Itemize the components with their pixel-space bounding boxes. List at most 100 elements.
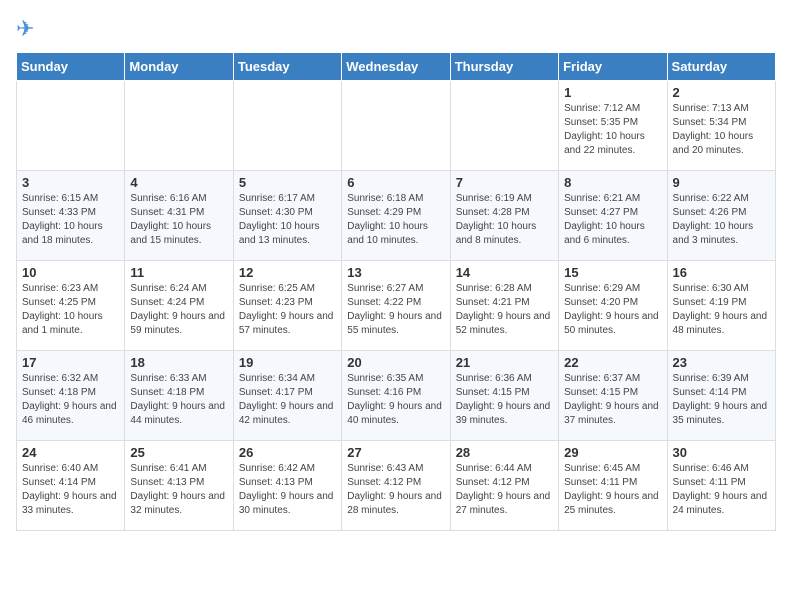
day-number: 10 [22, 265, 119, 280]
cell-info: Sunrise: 6:44 AM Sunset: 4:12 PM Dayligh… [456, 462, 553, 518]
calendar-cell: 15 Sunrise: 6:29 AM Sunset: 4:20 PM Dayli… [559, 261, 667, 351]
weekday-header-tuesday: Tuesday [233, 53, 341, 81]
cell-info: Sunrise: 6:33 AM Sunset: 4:18 PM Dayligh… [130, 372, 227, 428]
calendar-body: 1 Sunrise: 7:12 AM Sunset: 5:35 PM Daylig… [17, 81, 776, 531]
cell-info: Sunrise: 6:43 AM Sunset: 4:12 PM Dayligh… [347, 462, 444, 518]
day-number: 2 [673, 85, 770, 100]
cell-info: Sunrise: 6:37 AM Sunset: 4:15 PM Dayligh… [564, 372, 661, 428]
calendar-cell: 8Sunrise: 6:21 AM Sunset: 4:27 PM Daylig… [559, 171, 667, 261]
weekday-header-wednesday: Wednesday [342, 53, 450, 81]
day-number: 16 [673, 265, 770, 280]
day-number: 22 [564, 355, 661, 370]
calendar-cell: 10 Sunrise: 6:23 AM Sunset: 4:25 PM Dayli… [17, 261, 125, 351]
day-number: 17 [22, 355, 119, 370]
calendar-table: SundayMondayTuesdayWednesdayThursdayFrid… [16, 52, 776, 531]
cell-info: Sunrise: 6:35 AM Sunset: 4:16 PM Dayligh… [347, 372, 444, 428]
calendar-cell: 24 Sunrise: 6:40 AM Sunset: 4:14 PM Dayli… [17, 441, 125, 531]
svg-text:✈: ✈ [16, 16, 34, 41]
day-number: 14 [456, 265, 553, 280]
cell-info: Sunrise: 6:40 AM Sunset: 4:14 PM Dayligh… [22, 462, 119, 518]
calendar-week-3: 17Sunrise: 6:32 AM Sunset: 4:18 PM Dayli… [17, 351, 776, 441]
calendar-cell: 21 Sunrise: 6:36 AM Sunset: 4:15 PM Dayli… [450, 351, 558, 441]
day-number: 8 [564, 175, 661, 190]
cell-info: Sunrise: 6:24 AM Sunset: 4:24 PM Dayligh… [130, 282, 227, 338]
weekday-header-monday: Monday [125, 53, 233, 81]
calendar-cell: 4 Sunrise: 6:16 AM Sunset: 4:31 PM Daylig… [125, 171, 233, 261]
calendar-cell: 18 Sunrise: 6:33 AM Sunset: 4:18 PM Dayli… [125, 351, 233, 441]
calendar-cell: 25Sunrise: 6:41 AM Sunset: 4:13 PM Dayli… [125, 441, 233, 531]
calendar-cell: 22 Sunrise: 6:37 AM Sunset: 4:15 PM Dayli… [559, 351, 667, 441]
day-number: 28 [456, 445, 553, 460]
day-number: 25 [130, 445, 227, 460]
calendar-week-4: 24 Sunrise: 6:40 AM Sunset: 4:14 PM Dayli… [17, 441, 776, 531]
cell-info: Sunrise: 6:17 AM Sunset: 4:30 PM Dayligh… [239, 192, 336, 248]
cell-info: Sunrise: 6:28 AM Sunset: 4:21 PM Dayligh… [456, 282, 553, 338]
day-number: 23 [673, 355, 770, 370]
calendar-week-0: 1 Sunrise: 7:12 AM Sunset: 5:35 PM Daylig… [17, 81, 776, 171]
calendar-week-1: 3 Sunrise: 6:15 AM Sunset: 4:33 PM Daylig… [17, 171, 776, 261]
calendar-cell: 17Sunrise: 6:32 AM Sunset: 4:18 PM Dayli… [17, 351, 125, 441]
day-number: 6 [347, 175, 444, 190]
day-number: 12 [239, 265, 336, 280]
day-number: 19 [239, 355, 336, 370]
day-number: 26 [239, 445, 336, 460]
calendar-cell [342, 81, 450, 171]
day-number: 4 [130, 175, 227, 190]
cell-info: Sunrise: 6:30 AM Sunset: 4:19 PM Dayligh… [673, 282, 770, 338]
calendar-cell: 16 Sunrise: 6:30 AM Sunset: 4:19 PM Dayli… [667, 261, 775, 351]
cell-info: Sunrise: 6:15 AM Sunset: 4:33 PM Dayligh… [22, 192, 119, 248]
day-number: 21 [456, 355, 553, 370]
cell-info: Sunrise: 7:12 AM Sunset: 5:35 PM Dayligh… [564, 102, 661, 158]
weekday-header-saturday: Saturday [667, 53, 775, 81]
calendar-cell: 9 Sunrise: 6:22 AM Sunset: 4:26 PM Daylig… [667, 171, 775, 261]
cell-info: Sunrise: 6:39 AM Sunset: 4:14 PM Dayligh… [673, 372, 770, 428]
day-number: 18 [130, 355, 227, 370]
day-number: 29 [564, 445, 661, 460]
day-number: 13 [347, 265, 444, 280]
weekday-header-friday: Friday [559, 53, 667, 81]
cell-info: Sunrise: 6:22 AM Sunset: 4:26 PM Dayligh… [673, 192, 770, 248]
day-number: 27 [347, 445, 444, 460]
calendar-cell: 19Sunrise: 6:34 AM Sunset: 4:17 PM Dayli… [233, 351, 341, 441]
cell-info: Sunrise: 6:18 AM Sunset: 4:29 PM Dayligh… [347, 192, 444, 248]
cell-info: Sunrise: 6:46 AM Sunset: 4:11 PM Dayligh… [673, 462, 770, 518]
calendar-cell: 28 Sunrise: 6:44 AM Sunset: 4:12 PM Dayli… [450, 441, 558, 531]
day-number: 9 [673, 175, 770, 190]
calendar-cell: 13 Sunrise: 6:27 AM Sunset: 4:22 PM Dayli… [342, 261, 450, 351]
calendar-cell: 20Sunrise: 6:35 AM Sunset: 4:16 PM Dayli… [342, 351, 450, 441]
logo: ✈ [16, 16, 48, 44]
calendar-cell: 3 Sunrise: 6:15 AM Sunset: 4:33 PM Daylig… [17, 171, 125, 261]
cell-info: Sunrise: 6:42 AM Sunset: 4:13 PM Dayligh… [239, 462, 336, 518]
calendar-cell: 30 Sunrise: 6:46 AM Sunset: 4:11 PM Dayli… [667, 441, 775, 531]
calendar-cell: 1 Sunrise: 7:12 AM Sunset: 5:35 PM Daylig… [559, 81, 667, 171]
cell-info: Sunrise: 6:16 AM Sunset: 4:31 PM Dayligh… [130, 192, 227, 248]
calendar-cell: 7Sunrise: 6:19 AM Sunset: 4:28 PM Daylig… [450, 171, 558, 261]
weekday-header-thursday: Thursday [450, 53, 558, 81]
calendar-cell: 29 Sunrise: 6:45 AM Sunset: 4:11 PM Dayli… [559, 441, 667, 531]
cell-info: Sunrise: 6:36 AM Sunset: 4:15 PM Dayligh… [456, 372, 553, 428]
weekday-header-row: SundayMondayTuesdayWednesdayThursdayFrid… [17, 53, 776, 81]
day-number: 15 [564, 265, 661, 280]
day-number: 24 [22, 445, 119, 460]
cell-info: Sunrise: 6:25 AM Sunset: 4:23 PM Dayligh… [239, 282, 336, 338]
day-number: 5 [239, 175, 336, 190]
calendar-cell: 6 Sunrise: 6:18 AM Sunset: 4:29 PM Daylig… [342, 171, 450, 261]
cell-info: Sunrise: 6:45 AM Sunset: 4:11 PM Dayligh… [564, 462, 661, 518]
calendar-cell [17, 81, 125, 171]
calendar-cell: 5 Sunrise: 6:17 AM Sunset: 4:30 PM Daylig… [233, 171, 341, 261]
cell-info: Sunrise: 6:29 AM Sunset: 4:20 PM Dayligh… [564, 282, 661, 338]
page-header: ✈ [16, 16, 776, 44]
calendar-cell: 27 Sunrise: 6:43 AM Sunset: 4:12 PM Dayli… [342, 441, 450, 531]
calendar-cell: 12 Sunrise: 6:25 AM Sunset: 4:23 PM Dayli… [233, 261, 341, 351]
calendar-cell: 23 Sunrise: 6:39 AM Sunset: 4:14 PM Dayli… [667, 351, 775, 441]
calendar-header: SundayMondayTuesdayWednesdayThursdayFrid… [17, 53, 776, 81]
calendar-cell: 2Sunrise: 7:13 AM Sunset: 5:34 PM Daylig… [667, 81, 775, 171]
cell-info: Sunrise: 6:27 AM Sunset: 4:22 PM Dayligh… [347, 282, 444, 338]
day-number: 11 [130, 265, 227, 280]
cell-info: Sunrise: 6:23 AM Sunset: 4:25 PM Dayligh… [22, 282, 119, 338]
calendar-cell: 11 Sunrise: 6:24 AM Sunset: 4:24 PM Dayli… [125, 261, 233, 351]
day-number: 3 [22, 175, 119, 190]
day-number: 30 [673, 445, 770, 460]
logo-icon: ✈ [16, 16, 44, 44]
day-number: 1 [564, 85, 661, 100]
